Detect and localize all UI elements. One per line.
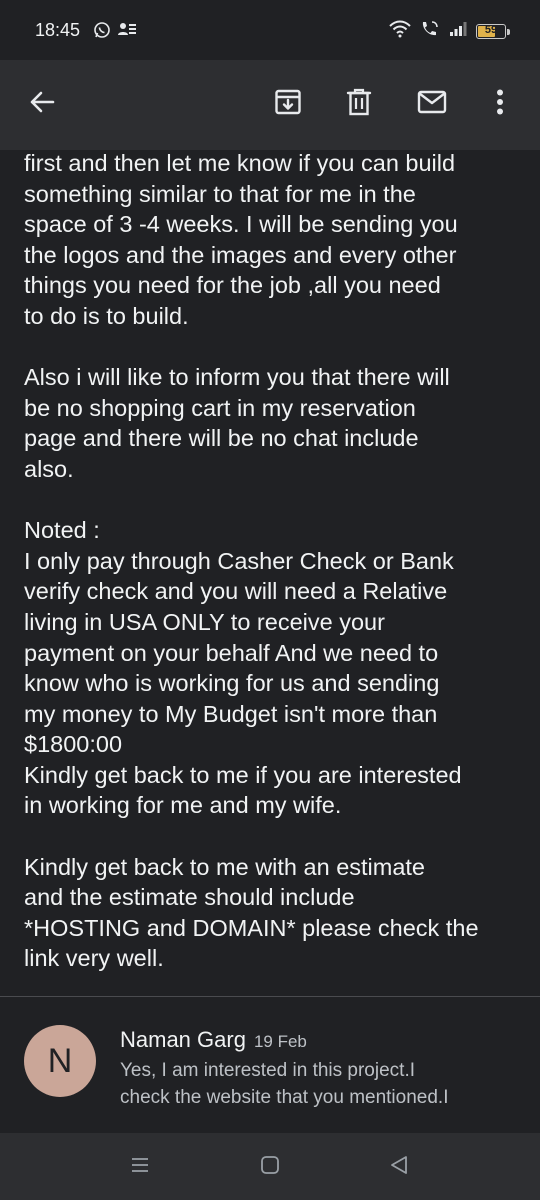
notification-icons (93, 21, 137, 44)
avatar: N (24, 1025, 96, 1097)
battery-level: 59 (484, 24, 498, 36)
email-body: first and then let me know if you can bu… (24, 150, 479, 972)
message-date: 19 Feb (253, 1032, 307, 1051)
avatar-letter: N (47, 1041, 73, 1080)
mail-icon (417, 90, 447, 119)
delete-button[interactable] (337, 82, 381, 126)
back-button[interactable] (20, 82, 64, 126)
contacts-icon (117, 21, 137, 44)
snippet-line: check the website that you mentioned.I (120, 1087, 449, 1108)
battery-icon: 59 (476, 24, 510, 39)
whatsapp-icon (93, 21, 111, 44)
reply-message[interactable]: N Naman Garg 19 Feb Yes, I am interested… (0, 997, 540, 1133)
system-icons: 59 (389, 20, 510, 43)
wifi-icon (389, 20, 411, 43)
archive-button[interactable] (266, 82, 310, 126)
home-button[interactable] (248, 1145, 292, 1189)
sender-name: Naman Garg (120, 1027, 246, 1052)
recents-icon (130, 1155, 150, 1180)
signal-icon (449, 21, 467, 42)
back-triangle-icon (389, 1155, 409, 1180)
more-options-button[interactable] (478, 82, 522, 126)
recents-button[interactable] (118, 1145, 162, 1189)
system-nav-bar (0, 1133, 540, 1200)
sender-line: Naman Garg 19 Feb (120, 1027, 307, 1053)
mark-unread-button[interactable] (410, 82, 454, 126)
back-nav-button[interactable] (377, 1145, 421, 1189)
archive-icon (274, 88, 302, 121)
email-toolbar (0, 60, 540, 150)
snippet-line: Yes, I am interested in this project.I (120, 1060, 416, 1081)
status-time: 18:45 (35, 20, 81, 40)
trash-icon (346, 88, 372, 121)
arrow-back-icon (29, 89, 55, 120)
more-vert-icon (496, 89, 504, 120)
email-content: first and then let me know if you can bu… (0, 150, 540, 996)
status-bar: 18:45 59 (0, 0, 540, 60)
wifi-calling-icon (420, 20, 440, 43)
message-snippet: Yes, I am interested in this project.I c… (120, 1057, 520, 1111)
home-icon (260, 1155, 280, 1180)
